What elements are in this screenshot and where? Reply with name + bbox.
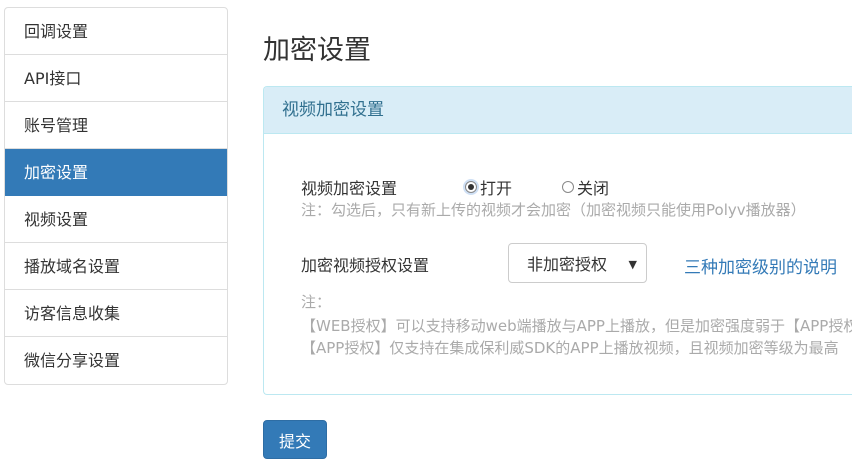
sidebar-item-encryption[interactable]: 加密设置 xyxy=(5,149,227,196)
sidebar-item-account[interactable]: 账号管理 xyxy=(5,102,227,149)
panel-heading: 视频加密设置 xyxy=(264,87,852,134)
auth-select-value: 非加密授权 xyxy=(527,255,608,274)
encryption-levels-help-link[interactable]: 三种加密级别的说明 xyxy=(684,253,837,278)
encryption-on-option[interactable]: 打开 xyxy=(465,175,512,199)
encryption-label: 视频加密设置 xyxy=(301,179,398,198)
auth-select-wrapper: 非加密授权 ▼ xyxy=(508,243,647,283)
encryption-off-option[interactable]: 关闭 xyxy=(562,175,609,199)
sidebar-item-visitor-info[interactable]: 访客信息收集 xyxy=(5,290,227,337)
auth-note-app: 【APP授权】仅支持在集成保利威SDK的APP上播放视频，且视频加密等级为最高 xyxy=(301,339,839,357)
sidebar-item-playback-domain[interactable]: 播放域名设置 xyxy=(5,243,227,290)
sidebar-nav: 回调设置 API接口 账号管理 加密设置 视频设置 播放域名设置 访客信息收集 … xyxy=(4,7,228,385)
auth-note-title: 注： xyxy=(301,293,332,311)
sidebar-item-wechat-share[interactable]: 微信分享设置 xyxy=(5,337,227,384)
sidebar-item-callback-settings[interactable]: 回调设置 xyxy=(5,8,227,55)
radio-on-icon[interactable] xyxy=(465,181,477,193)
encryption-on-label: 打开 xyxy=(480,179,513,198)
caret-down-icon: ▼ xyxy=(628,258,637,271)
sidebar-item-video-settings[interactable]: 视频设置 xyxy=(5,196,227,243)
auth-label: 加密视频授权设置 xyxy=(301,256,430,275)
encryption-off-label: 关闭 xyxy=(577,179,610,198)
radio-off-icon[interactable] xyxy=(562,181,574,193)
auth-select[interactable]: 非加密授权 xyxy=(508,243,647,283)
encryption-panel: 视频加密设置 视频加密设置 打开 关闭 注：勾选后，只有新上传的视频才会加密（加… xyxy=(263,86,852,395)
submit-button[interactable]: 提交 xyxy=(263,420,327,459)
page-title: 加密设置 xyxy=(263,35,371,66)
sidebar-item-api[interactable]: API接口 xyxy=(5,55,227,102)
encryption-note: 注：勾选后，只有新上传的视频才会加密（加密视频只能使用Polyv播放器） xyxy=(301,201,806,219)
auth-note-web: 【WEB授权】可以支持移动web端播放与APP上播放，但是加密强度弱于【APP授… xyxy=(301,317,852,335)
